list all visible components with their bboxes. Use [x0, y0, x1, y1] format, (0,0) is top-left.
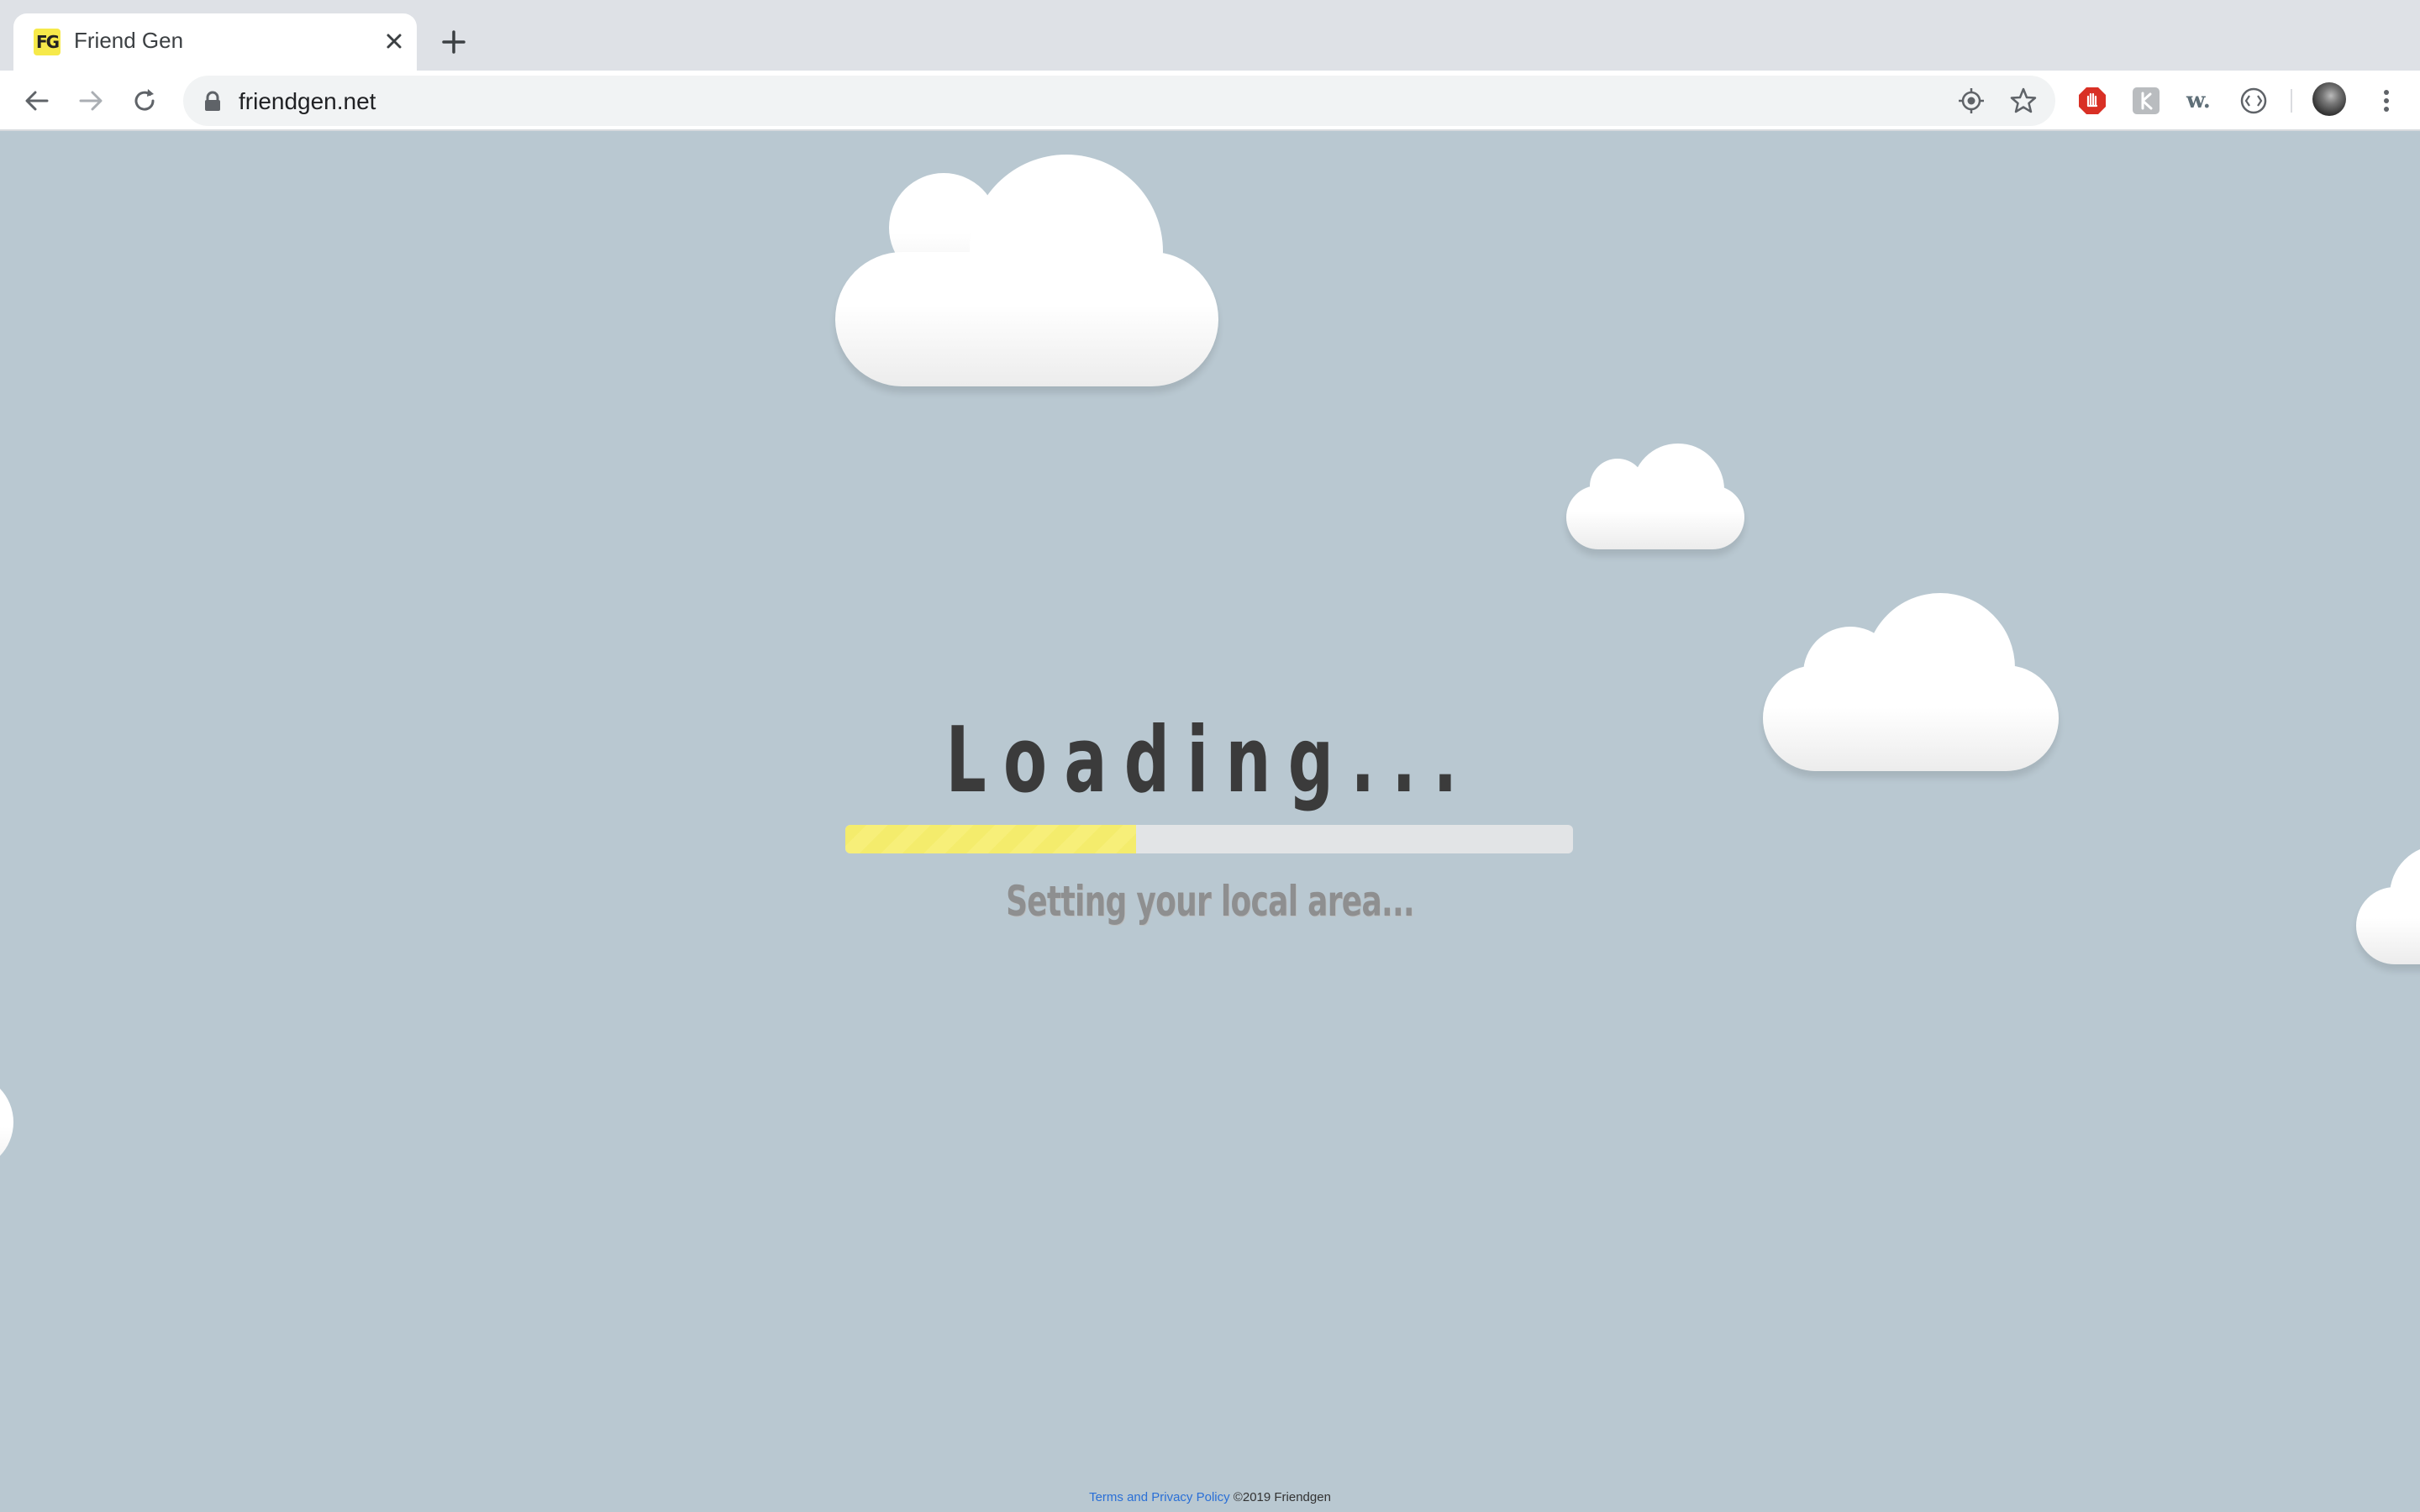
close-tab-icon[interactable]	[380, 27, 408, 55]
more-menu-icon[interactable]	[2371, 86, 2402, 116]
loading-title: Loading...	[945, 708, 1475, 813]
adblock-extension-icon[interactable]	[2077, 86, 2107, 116]
lock-icon[interactable]	[203, 91, 222, 113]
new-tab-icon[interactable]	[437, 25, 471, 59]
tab-title: Friend Gen	[74, 28, 184, 53]
footer: Terms and Privacy Policy ©2019 Friendgen	[0, 1490, 2420, 1504]
browser-tab[interactable]: FG Friend Gen	[13, 13, 417, 71]
extension-icon[interactable]	[2131, 86, 2161, 116]
star-icon[interactable]	[2008, 86, 2039, 116]
progress-bar	[845, 825, 1573, 853]
wordtune-extension-icon[interactable]: w.	[2185, 86, 2215, 116]
favicon-icon: FG	[34, 29, 60, 55]
loading-status-text: Setting your local area...	[1006, 877, 1415, 926]
terms-privacy-link[interactable]: Terms and Privacy Policy	[1089, 1490, 1230, 1504]
location-icon[interactable]	[1956, 86, 1986, 116]
progress-fill	[845, 825, 1137, 853]
url-text[interactable]: friendgen.net	[239, 88, 376, 115]
code-extension-icon[interactable]	[2238, 86, 2269, 116]
footer-copyright: ©2019 Friendgen	[1233, 1490, 1331, 1504]
profile-avatar[interactable]	[2312, 82, 2346, 116]
cloud-illustration	[835, 155, 1218, 386]
toolbar-divider	[2291, 89, 2292, 113]
browser-toolbar: friendgen.net w.	[0, 71, 2420, 131]
page-content: Loading... Setting your local area... Te…	[0, 133, 2420, 1512]
address-bar[interactable]: friendgen.net	[183, 76, 2055, 126]
back-icon[interactable]	[22, 86, 52, 116]
svg-text:w.: w.	[2186, 88, 2211, 113]
tab-strip: FG Friend Gen	[0, 0, 2420, 71]
cloud-illustration	[1566, 444, 1744, 549]
forward-icon[interactable]	[76, 86, 106, 116]
cloud-illustration	[2356, 845, 2420, 964]
reload-icon[interactable]	[129, 86, 160, 116]
cloud-illustration	[0, 1074, 24, 1171]
